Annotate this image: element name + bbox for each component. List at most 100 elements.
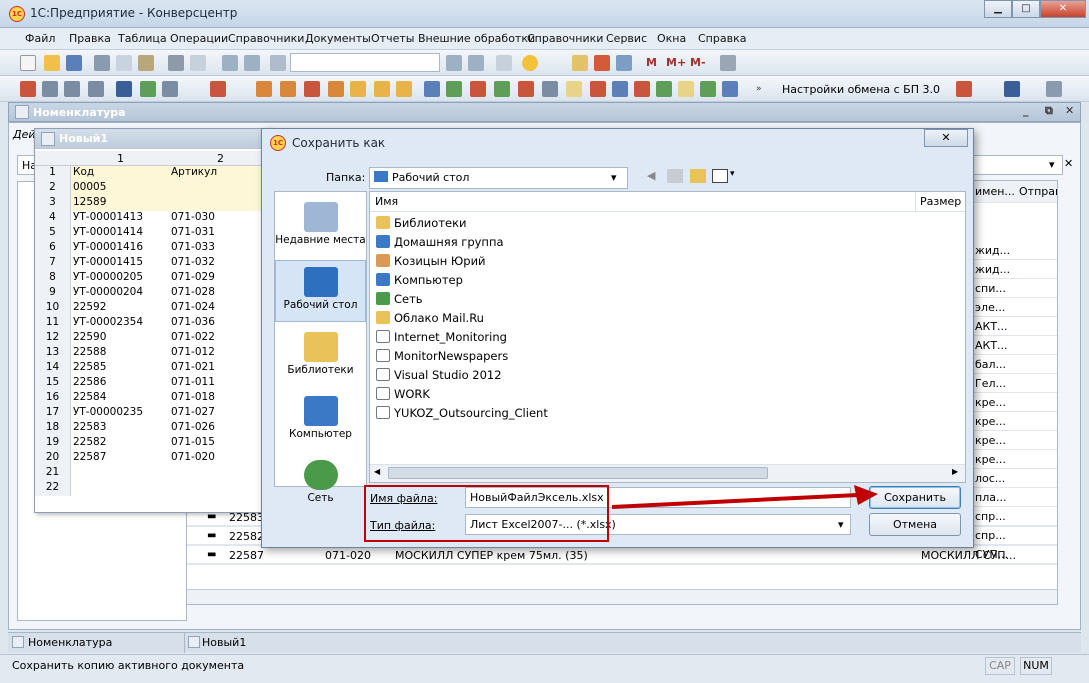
users-settings-icon[interactable] [1004, 81, 1020, 97]
calculator-icon[interactable] [572, 55, 588, 71]
books-icon[interactable] [210, 81, 226, 97]
calendar-icon[interactable] [594, 55, 610, 71]
file-item[interactable]: Облако Mail.Ru [376, 311, 484, 330]
cell-code[interactable]: УТ-00001416 [73, 241, 169, 253]
sheet-row[interactable]: 7 УТ-00001415 071-032 [35, 256, 273, 271]
m-button[interactable]: M [646, 56, 657, 69]
cell-code[interactable]: Код [73, 166, 169, 178]
sheet-row[interactable]: 21 [35, 466, 273, 481]
sheet-row[interactable]: 2 00005 [35, 181, 273, 196]
cell-article[interactable]: 071-028 [171, 286, 271, 298]
doc-icon-18[interactable] [566, 81, 582, 97]
cell-article[interactable]: 071-012 [171, 346, 271, 358]
exchange-settings-button[interactable]: Настройки обмена с БП 3.0 [782, 83, 940, 96]
col-name-header[interactable]: Имя [375, 195, 398, 208]
cell-article[interactable]: 071-027 [171, 406, 271, 418]
menu-external[interactable]: Внешние обработки [418, 32, 535, 45]
m-minus-button[interactable]: M- [690, 56, 706, 69]
child-close-button[interactable]: ✕ [1065, 104, 1074, 117]
sheet-row[interactable]: 17 УТ-00000235 071-027 [35, 406, 273, 421]
cell-code[interactable]: 22592 [73, 301, 169, 313]
doc-icon-5[interactable] [256, 81, 272, 97]
folder-select[interactable]: Рабочий стол [369, 167, 628, 189]
minimize-button[interactable]: ▁ [984, 0, 1012, 18]
doc-icon-7[interactable] [304, 81, 320, 97]
cell-article[interactable]: 071-022 [171, 331, 271, 343]
file-item[interactable]: Сеть [376, 292, 423, 311]
cell-code[interactable]: 22582 [73, 436, 169, 448]
find-next-icon[interactable] [446, 55, 462, 71]
file-item[interactable]: Козицын Юрий [376, 254, 486, 273]
sheet-row[interactable]: 20 22587 071-020 [35, 451, 273, 466]
cell-article[interactable]: 071-015 [171, 436, 271, 448]
cell-article[interactable]: 071-026 [171, 421, 271, 433]
folder-dropdown-arrow-icon[interactable]: ▾ [611, 171, 617, 184]
cell-code[interactable]: 22587 [73, 451, 169, 463]
save-icon[interactable] [66, 55, 82, 71]
cell-article[interactable]: 071-021 [171, 361, 271, 373]
redo-icon[interactable] [244, 55, 260, 71]
menu-documents[interactable]: Документы [305, 32, 371, 45]
cell-code[interactable]: УТ-00001414 [73, 226, 169, 238]
back-icon[interactable]: ◀ [647, 169, 655, 182]
toolbar-more-icon[interactable]: » [756, 84, 762, 94]
save-button[interactable]: Сохранить [869, 486, 961, 509]
cell-article[interactable]: 071-011 [171, 376, 271, 388]
spreadsheet-grid[interactable]: 1 Код Артикул 2 00005 3 12589 4 УТ-00001413 071-0… [35, 166, 273, 496]
exchange-icon[interactable] [956, 81, 972, 97]
file-item[interactable]: YUKOZ_Outsourcing_Client [376, 406, 548, 425]
menu-windows[interactable]: Окна [657, 32, 686, 45]
menu-file[interactable]: Файл [25, 32, 55, 45]
table-row[interactable]: ▬ 22587 071-020 МОСКИЛЛ СУПЕР крем 75мл.… [187, 546, 1057, 565]
file-list[interactable]: Имя Размер Библиотеки Домашняя группа Кози… [369, 191, 966, 483]
edit-icon[interactable] [162, 81, 178, 97]
cell-article[interactable]: 071-020 [171, 451, 271, 463]
cell-code[interactable]: 22584 [73, 391, 169, 403]
catalog-icon[interactable] [140, 81, 156, 97]
sheet-row[interactable]: 4 УТ-00001413 071-030 [35, 211, 273, 226]
scroll-thumb[interactable] [388, 467, 768, 479]
sheet-row[interactable]: 14 22585 071-021 [35, 361, 273, 376]
place-network[interactable]: Сеть [275, 454, 366, 516]
cell-article[interactable]: 071-031 [171, 226, 271, 238]
sheet-row[interactable]: 3 12589 [35, 196, 273, 211]
cell-article[interactable]: 071-024 [171, 301, 271, 313]
info-icon[interactable] [522, 55, 538, 71]
doc-icon-14[interactable] [470, 81, 486, 97]
cell-article[interactable]: Артикул [171, 166, 271, 178]
menu-help[interactable]: Справка [698, 32, 746, 45]
scroll-right-icon[interactable]: ▶ [952, 467, 958, 476]
paste-icon[interactable] [138, 55, 154, 71]
cell-article[interactable]: 071-033 [171, 241, 271, 253]
scroll-left-icon[interactable]: ◀ [374, 467, 380, 476]
cell-code[interactable]: УТ-00001415 [73, 256, 169, 268]
m-plus-button[interactable]: M+ [666, 56, 686, 69]
menu-catalogs[interactable]: Справочники [228, 32, 304, 45]
file-item[interactable]: Домашняя группа [376, 235, 504, 254]
place-recent[interactable]: Недавние места [275, 196, 366, 258]
cell-code[interactable]: 12589 [73, 196, 169, 208]
cell-code[interactable]: 22586 [73, 376, 169, 388]
doc-icon-20[interactable] [612, 81, 628, 97]
cell-article[interactable]: 071-036 [171, 316, 271, 328]
view-menu-icon[interactable] [712, 169, 728, 183]
sheet-row[interactable]: 5 УТ-00001414 071-031 [35, 226, 273, 241]
file-item[interactable]: WORK [376, 387, 430, 406]
cell-code[interactable]: 00005 [73, 181, 169, 193]
cell-code[interactable]: УТ-00001413 [73, 211, 169, 223]
place-desktop[interactable]: Рабочий стол [275, 260, 366, 322]
doc-icon-22[interactable] [656, 81, 672, 97]
col-header-sender[interactable]: Отправ [1019, 185, 1057, 198]
doc-icon-9[interactable] [350, 81, 366, 97]
cell-article[interactable]: 071-018 [171, 391, 271, 403]
settings-icon[interactable] [1046, 81, 1062, 97]
col-size-header[interactable]: Размер [920, 195, 961, 208]
col-2-header[interactable]: 2 [217, 152, 224, 165]
doc-icon-21[interactable] [634, 81, 650, 97]
doc-icon-1[interactable] [20, 81, 36, 97]
dialog-close-button[interactable]: ✕ [924, 129, 968, 147]
sheet-row[interactable]: 13 22588 071-012 [35, 346, 273, 361]
cell-code[interactable]: 22583 [73, 421, 169, 433]
col-1-header[interactable]: 1 [117, 152, 124, 165]
menu-catalogs-2[interactable]: Справочники [527, 32, 603, 45]
